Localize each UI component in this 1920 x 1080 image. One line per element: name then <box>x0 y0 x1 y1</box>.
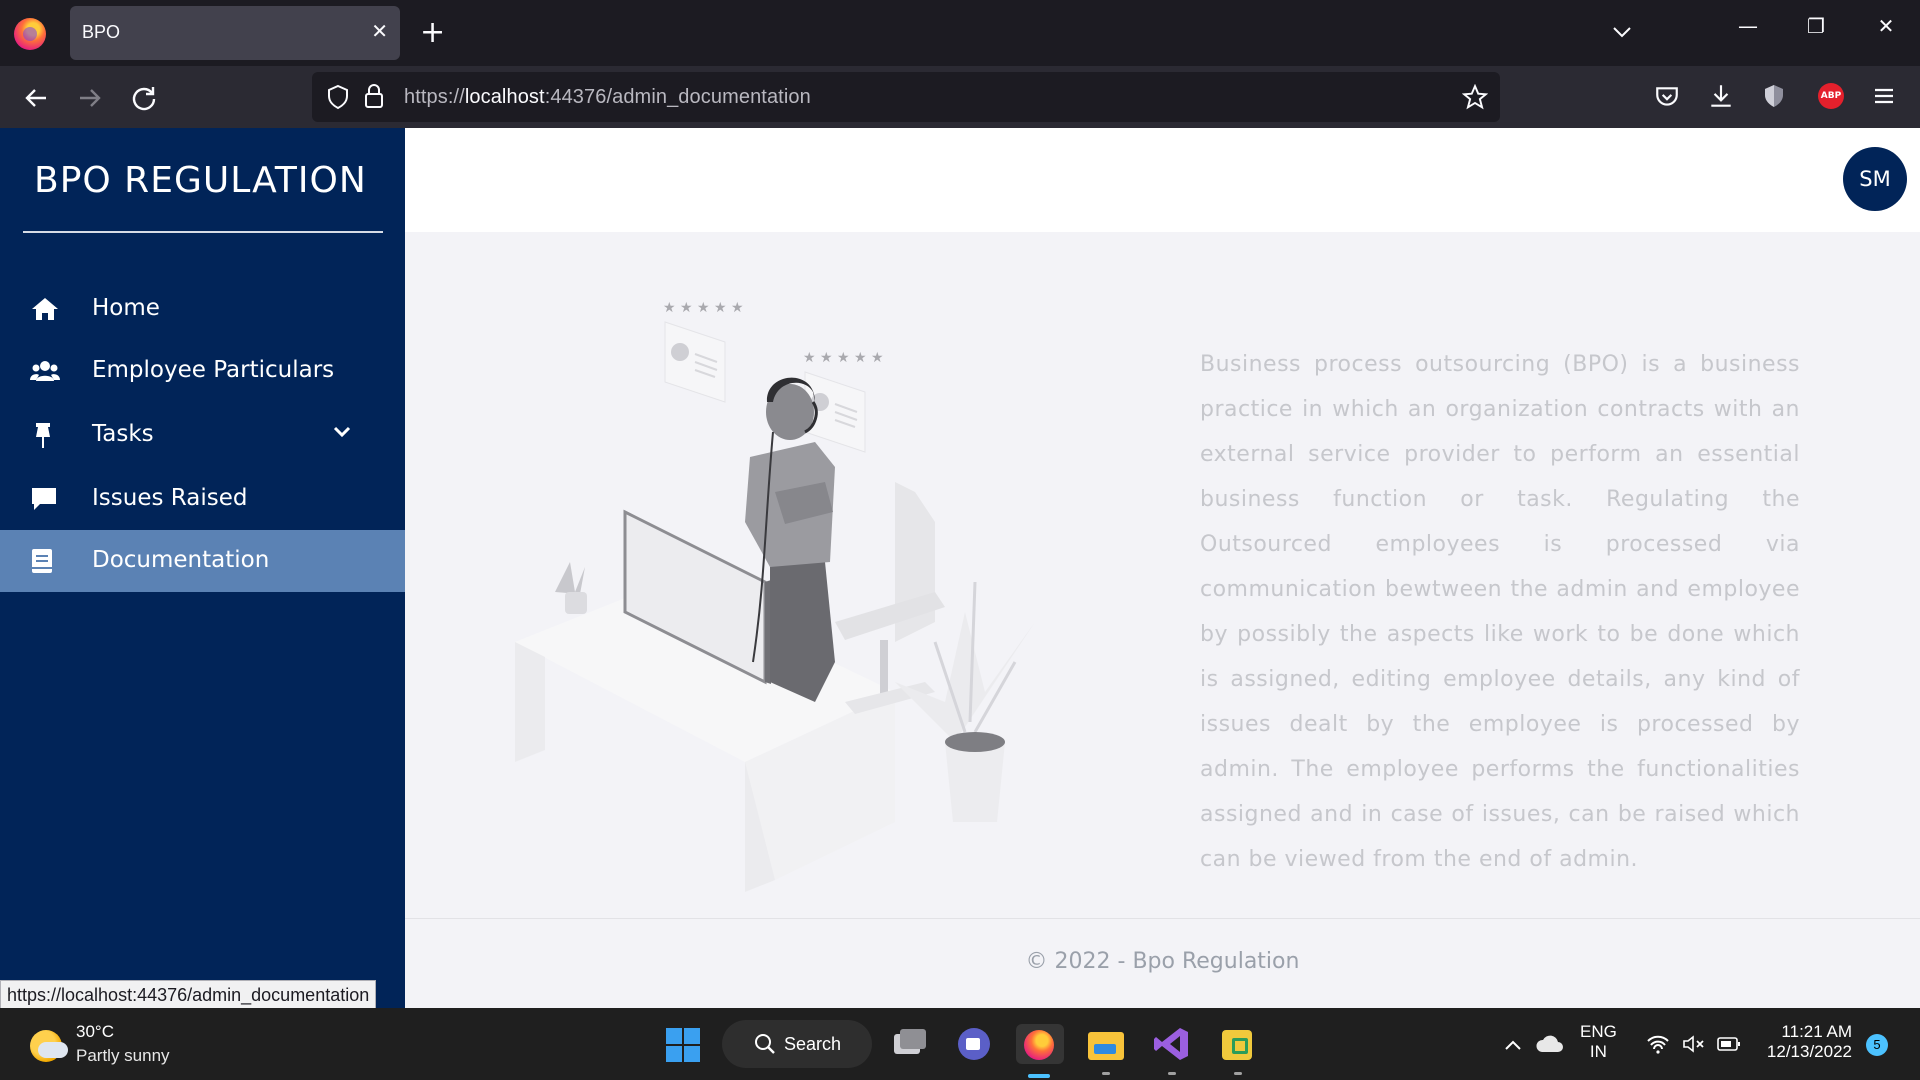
firefox-icon[interactable] <box>14 18 46 50</box>
sidebar: BPO REGULATION Home Employee Particulars… <box>0 128 405 1008</box>
top-header: SM <box>405 128 1920 232</box>
bookmark-star-icon[interactable] <box>1462 84 1488 110</box>
rating-card-right: ★ ★ ★ ★ ★ <box>803 350 884 453</box>
svg-text:★ ★ ★ ★ ★: ★ ★ ★ ★ ★ <box>803 350 884 366</box>
reload-icon[interactable] <box>128 82 160 114</box>
search-label: Search <box>784 1034 842 1054</box>
avatar[interactable]: SM <box>1843 147 1907 211</box>
app-running-dot <box>1234 1072 1242 1075</box>
footer: © 2022 - Bpo Regulation <box>405 918 1920 1008</box>
sidebar-item-label: Documentation <box>92 547 270 573</box>
weather-condition[interactable]: Partly sunny <box>76 1046 170 1066</box>
task-view-icon[interactable] <box>888 1024 928 1064</box>
taskbar-search-button[interactable]: Search <box>722 1020 872 1068</box>
clock-date: 12/13/2022 <box>1766 1042 1852 1061</box>
active-app-indicator <box>1028 1074 1050 1078</box>
sidebar-item-label: Home <box>92 295 160 321</box>
windows-start-icon[interactable] <box>666 1028 700 1062</box>
chevron-up-icon[interactable] <box>1504 1038 1522 1052</box>
region-code: IN <box>1589 1042 1607 1061</box>
weather-cloud-icon <box>38 1042 68 1058</box>
battery-icon[interactable] <box>1716 1035 1742 1053</box>
rating-card-left: ★ ★ ★ ★ ★ <box>663 300 744 403</box>
brand-divider <box>23 231 383 233</box>
onedrive-cloud-icon[interactable] <box>1536 1034 1564 1054</box>
close-tab-icon[interactable]: ✕ <box>371 19 388 43</box>
back-icon[interactable] <box>20 82 52 114</box>
tab-title: BPO <box>82 22 121 42</box>
brand-title: BPO REGULATION <box>34 160 367 201</box>
notification-badge[interactable]: 5 <box>1866 1034 1888 1056</box>
windows-taskbar: 30°C Partly sunny Search ENG IN 11:21 AM… <box>0 1008 1920 1080</box>
app-running-dot <box>1168 1072 1176 1075</box>
book-icon <box>32 549 52 573</box>
pin-icon <box>36 423 50 448</box>
sidebar-item-employee-particulars[interactable]: Employee Particulars <box>0 340 405 402</box>
sidebar-item-label: Tasks <box>92 421 154 447</box>
minimize-icon[interactable]: — <box>1728 14 1768 38</box>
volume-muted-icon[interactable] <box>1682 1034 1706 1054</box>
snipping-tool-icon[interactable] <box>1218 1024 1258 1064</box>
language-code: ENG <box>1580 1022 1617 1041</box>
documentation-text: Business process outsourcing (BPO) is a … <box>1200 352 1800 872</box>
search-icon <box>755 1034 775 1054</box>
sidebar-item-documentation[interactable]: Documentation <box>0 530 405 592</box>
home-icon <box>32 298 58 320</box>
forward-icon[interactable] <box>74 82 106 114</box>
browser-tabbar: BPO ✕ + — ❐ ✕ <box>0 0 1920 66</box>
shield-icon[interactable] <box>326 84 350 110</box>
desk-plant <box>555 562 587 614</box>
main-content: ★ ★ ★ ★ ★ ★ ★ ★ ★ ★ Business process out… <box>405 232 1920 918</box>
url-text[interactable]: https://localhost:44376/admin_documentat… <box>404 86 811 109</box>
weather-temperature[interactable]: 30°C <box>76 1022 114 1042</box>
users-icon <box>30 361 60 381</box>
sidebar-item-label: Issues Raised <box>92 485 248 511</box>
sidebar-item-home[interactable]: Home <box>0 278 405 340</box>
browser-navbar: https://localhost:44376/admin_documentat… <box>0 66 1920 128</box>
footer-copyright: © 2022 - Bpo Regulation <box>1025 949 1300 974</box>
visual-studio-icon[interactable] <box>1152 1024 1192 1064</box>
adblock-plus-icon[interactable]: ABP <box>1818 83 1844 109</box>
sidebar-item-tasks[interactable]: Tasks <box>0 404 405 466</box>
firefox-taskbar-icon[interactable] <box>1016 1024 1064 1064</box>
lock-icon[interactable] <box>364 83 384 109</box>
restore-icon[interactable]: ❐ <box>1796 14 1836 38</box>
privacy-shield-icon[interactable] <box>1762 82 1786 110</box>
new-tab-icon[interactable]: + <box>420 14 445 52</box>
menu-icon[interactable] <box>1872 84 1896 108</box>
clock[interactable]: 11:21 AM 12/13/2022 <box>1762 1022 1852 1062</box>
wifi-icon[interactable] <box>1646 1034 1670 1054</box>
pocket-icon[interactable] <box>1654 84 1680 110</box>
tab-list-chevron-icon[interactable] <box>1610 20 1634 44</box>
support-agent-illustration: ★ ★ ★ ★ ★ ★ ★ ★ ★ ★ <box>515 300 1035 892</box>
address-bar[interactable]: https://localhost:44376/admin_documentat… <box>312 72 1500 122</box>
language-indicator[interactable]: ENG IN <box>1580 1022 1617 1062</box>
status-url-tooltip: https://localhost:44376/admin_documentat… <box>0 980 377 1010</box>
download-icon[interactable] <box>1708 82 1734 110</box>
file-explorer-icon[interactable] <box>1086 1024 1126 1064</box>
teams-chat-icon[interactable] <box>954 1024 994 1064</box>
sidebar-item-label: Employee Particulars <box>92 357 335 383</box>
sidebar-item-issues-raised[interactable]: Issues Raised <box>0 468 405 530</box>
window-close-icon[interactable]: ✕ <box>1866 14 1906 38</box>
comment-icon <box>32 488 56 510</box>
chevron-down-icon[interactable] <box>332 422 352 442</box>
browser-tab[interactable]: BPO ✕ <box>70 6 400 60</box>
app-running-dot <box>1102 1072 1110 1075</box>
svg-text:★ ★ ★ ★ ★: ★ ★ ★ ★ ★ <box>663 300 744 316</box>
clock-time: 11:21 AM <box>1781 1022 1852 1041</box>
